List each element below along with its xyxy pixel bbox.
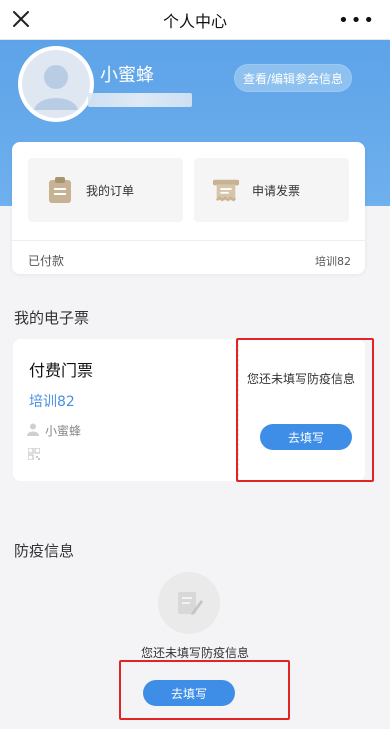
clipboard-icon (46, 176, 74, 204)
person-icon (27, 421, 39, 440)
more-icon[interactable]: ••• (338, 10, 376, 31)
apply-invoice-label: 申请发票 (252, 183, 301, 198)
etickets-section-title: 我的电子票 (14, 309, 90, 327)
ticket-event-name[interactable]: 培训82 (29, 391, 75, 411)
ticket-epidemic-notice: 您还未填写防疫信息 (246, 372, 355, 386)
ticket-holder-row: 小蜜蜂 (27, 421, 81, 440)
my-orders-button[interactable]: 我的订单 (28, 158, 183, 222)
my-orders-label: 我的订单 (86, 183, 135, 198)
ticket-name: 付费门票 (29, 361, 94, 380)
title-bar: 个人中心 ••• (0, 0, 390, 40)
avatar-icon (22, 50, 90, 118)
ticket-fill-button[interactable]: 去填写 (260, 424, 352, 450)
orders-card: 我的订单 申请发票 已付款 培训82 (12, 142, 365, 274)
apply-invoice-button[interactable]: 申请发票 (194, 158, 349, 222)
epidemic-empty-text: 您还未填写防疫信息 (140, 646, 249, 660)
ticket-card[interactable]: 付费门票 培训82 小蜜蜂 (13, 339, 365, 481)
avatar[interactable] (18, 46, 94, 122)
epidemic-fill-button[interactable]: 去填写 (143, 680, 235, 706)
divider (12, 240, 365, 241)
close-icon[interactable] (10, 8, 32, 30)
order-event: 培训82 (315, 255, 351, 268)
ticket-info: 付费门票 培训82 小蜜蜂 (13, 339, 239, 481)
ticket-holder-name: 小蜜蜂 (45, 424, 82, 438)
profile-name: 小蜜蜂 (100, 65, 154, 86)
document-edit-icon (158, 572, 220, 634)
qr-code-icon[interactable] (27, 445, 41, 461)
epidemic-section-title: 防疫信息 (14, 542, 75, 560)
invoice-icon (212, 176, 240, 204)
order-status: 已付款 (28, 254, 65, 268)
edit-attendee-info-button[interactable]: 查看/编辑参会信息 (234, 64, 352, 92)
page-title: 个人中心 (162, 11, 227, 31)
masked-info (88, 93, 192, 107)
